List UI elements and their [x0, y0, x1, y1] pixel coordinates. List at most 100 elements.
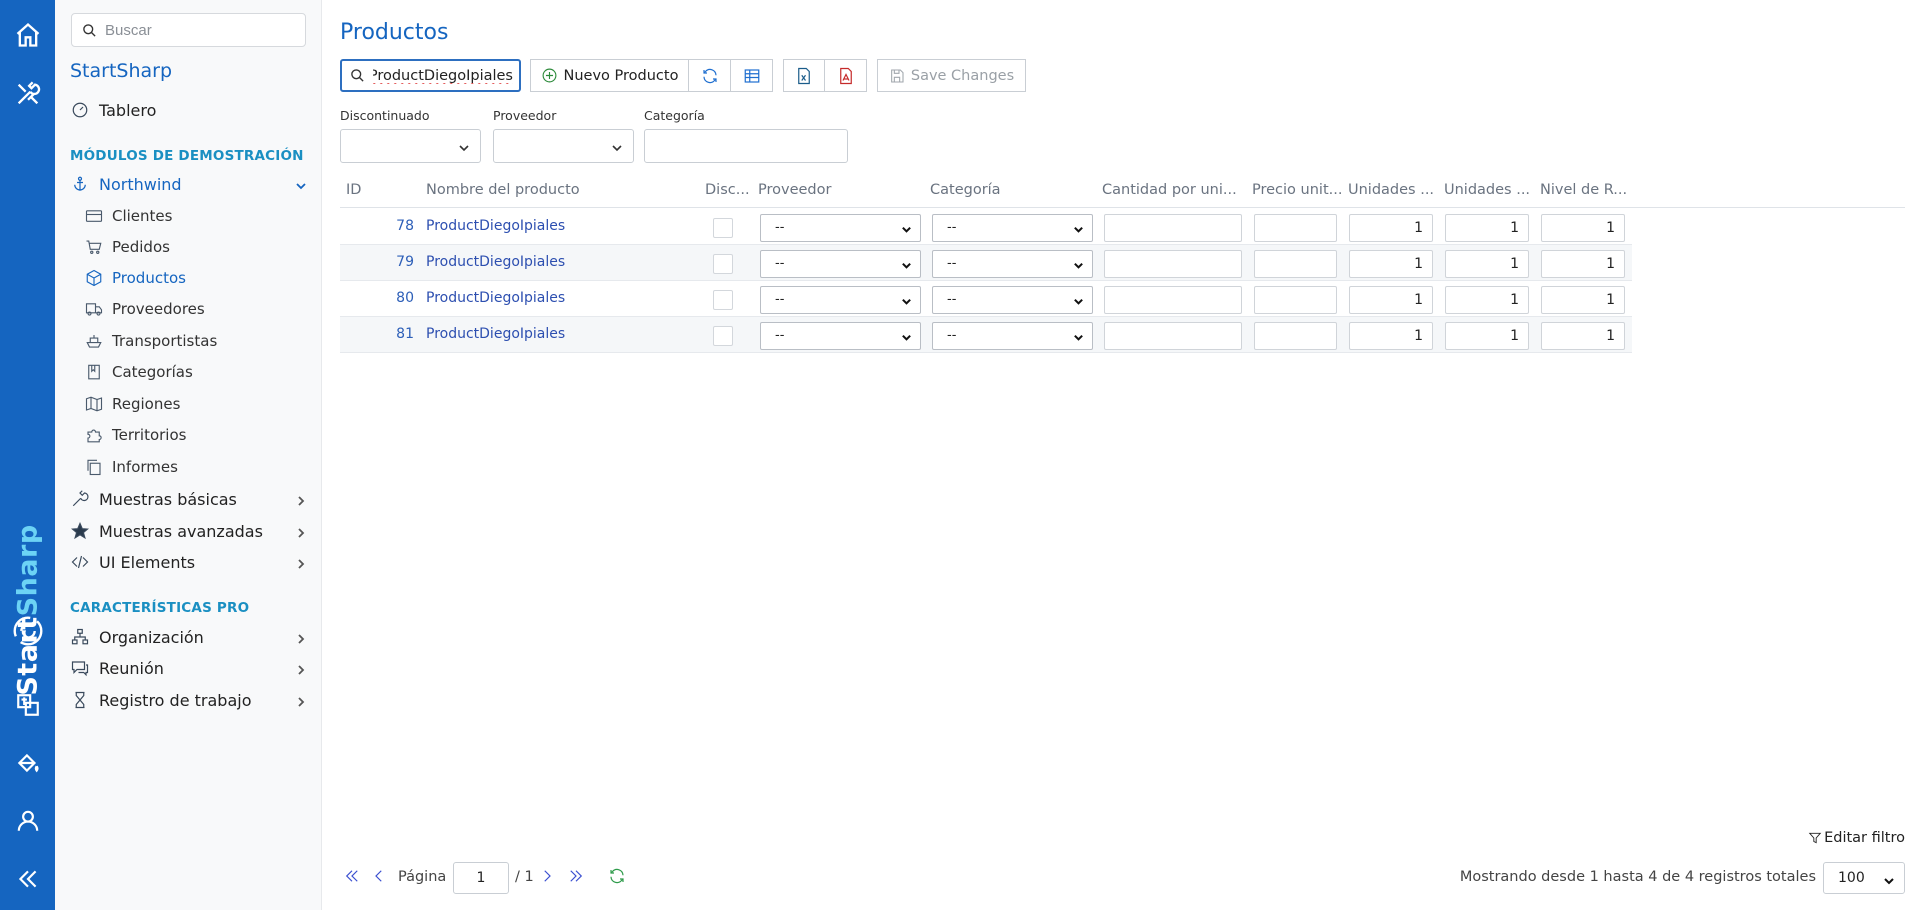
sidebar-item-regiones[interactable]: Regiones [85, 392, 180, 416]
filter-supplier-select[interactable] [493, 129, 634, 163]
sidebar-item-advanced-samples[interactable]: Muestras avanzadas [70, 518, 307, 544]
reorder-level-input[interactable]: 1 [1541, 322, 1625, 350]
units-on-order-input[interactable]: 1 [1445, 250, 1529, 278]
quantity-per-unit-input[interactable] [1104, 322, 1242, 350]
supplier-select[interactable]: -- [760, 250, 921, 278]
units-in-stock-input[interactable]: 1 [1349, 250, 1433, 278]
sidebar-item-northwind[interactable]: Northwind [70, 171, 307, 197]
cell-product-name-link[interactable]: ProductDiegoIpiales [426, 290, 565, 306]
column-header-supplier[interactable]: Proveedor [758, 182, 831, 198]
home-icon[interactable] [13, 20, 43, 50]
unit-price-input[interactable] [1254, 250, 1337, 278]
column-header-units-in-stock[interactable]: Unidades ... [1348, 182, 1434, 198]
discontinued-checkbox[interactable] [713, 254, 733, 274]
quantity-per-unit-input[interactable] [1104, 250, 1242, 278]
units-on-order-input[interactable]: 1 [1445, 286, 1529, 314]
reorder-level-input[interactable]: 1 [1541, 286, 1625, 314]
first-page-icon[interactable] [343, 867, 361, 889]
quantity-per-unit-input[interactable] [1104, 286, 1242, 314]
sidebar-item-territorios[interactable]: Territorios [85, 423, 186, 447]
paint-bucket-icon[interactable] [13, 748, 43, 778]
sidebar-search-input[interactable] [105, 21, 295, 39]
column-header-category[interactable]: Categoría [930, 182, 1001, 198]
filter-category-input[interactable] [644, 129, 848, 163]
category-select[interactable]: -- [932, 322, 1093, 350]
tools-icon[interactable] [13, 79, 43, 109]
quick-search-input[interactable]: ProductDiegoIpiales [340, 59, 521, 92]
edit-filter-link[interactable]: Editar filtro [1808, 830, 1905, 846]
page-number-input[interactable]: 1 [453, 862, 509, 894]
reorder-level-input[interactable]: 1 [1541, 214, 1625, 242]
cell-product-name-link[interactable]: ProductDiegoIpiales [426, 218, 565, 234]
sidebar-item-categorias[interactable]: Categorías [85, 360, 193, 384]
new-product-button[interactable]: Nuevo Producto [530, 59, 689, 92]
pdf-export-button[interactable] [825, 59, 867, 92]
units-in-stock-input[interactable]: 1 [1349, 214, 1433, 242]
column-header-name[interactable]: Nombre del producto [426, 182, 580, 198]
sidebar-item-dashboard[interactable]: Tablero [70, 97, 307, 123]
reload-page-icon[interactable] [608, 867, 626, 889]
collapse-icon[interactable] [13, 864, 43, 894]
unit-price-input[interactable] [1254, 214, 1337, 242]
column-header-reorder-level[interactable]: Nivel de R... [1540, 182, 1627, 198]
discontinued-checkbox[interactable] [713, 326, 733, 346]
sidebar-item-basic-samples[interactable]: Muestras básicas [70, 486, 307, 512]
sidebar-item-productos[interactable]: Productos [85, 266, 186, 290]
unit-price-input[interactable] [1254, 322, 1337, 350]
sidebar-item-label: Categorías [112, 363, 193, 381]
copy-icon [85, 458, 103, 476]
refresh-button[interactable] [689, 59, 731, 92]
user-icon[interactable] [13, 806, 43, 836]
sidebar-search[interactable] [71, 13, 306, 47]
category-select[interactable]: -- [932, 286, 1093, 314]
translate-icon[interactable] [13, 690, 43, 720]
column-header-quantity-per-unit[interactable]: Cantidad por uni... [1102, 182, 1237, 198]
sidebar-brand[interactable]: StartSharp [70, 60, 172, 82]
discontinued-checkbox[interactable] [713, 218, 733, 238]
sidebar-item-clientes[interactable]: Clientes [85, 204, 172, 228]
supplier-select[interactable]: -- [760, 322, 921, 350]
cell-product-name-link[interactable]: ProductDiegoIpiales [426, 254, 565, 270]
sidebar-item-informes[interactable]: Informes [85, 455, 178, 479]
units-on-order-input[interactable]: 1 [1445, 322, 1529, 350]
reorder-level-input[interactable]: 1 [1541, 250, 1625, 278]
sidebar-item-transportistas[interactable]: Transportistas [85, 329, 217, 353]
sidebar-item-proveedores[interactable]: Proveedores [85, 297, 205, 321]
category-select[interactable]: -- [932, 250, 1093, 278]
brand-vertical: StartSharp [0, 450, 55, 700]
column-header-discontinued[interactable]: Disc... [705, 182, 750, 198]
units-in-stock-input[interactable]: 1 [1349, 286, 1433, 314]
quantity-per-unit-input[interactable] [1104, 214, 1242, 242]
sidebar-item-ui-elements[interactable]: UI Elements [70, 549, 307, 575]
column-header-unit-price[interactable]: Precio unit... [1252, 182, 1342, 198]
units-on-order-input[interactable]: 1 [1445, 214, 1529, 242]
excel-export-button[interactable] [783, 59, 825, 92]
next-page-icon[interactable] [538, 867, 556, 889]
export-group [783, 59, 867, 92]
last-page-icon[interactable] [567, 867, 585, 889]
cell-product-name-link[interactable]: ProductDiegoIpiales [426, 326, 565, 342]
column-header-units-on-order[interactable]: Unidades ... [1444, 182, 1530, 198]
units-in-stock-input[interactable]: 1 [1349, 322, 1433, 350]
supplier-select[interactable]: -- [760, 214, 921, 242]
supplier-select[interactable]: -- [760, 286, 921, 314]
grid-header: ID Nombre del producto Disc... Proveedor… [340, 176, 1905, 208]
column-picker-button[interactable] [731, 59, 773, 92]
plus-circle-icon [542, 68, 556, 83]
filter-discontinued-select[interactable] [340, 129, 481, 163]
column-header-id[interactable]: ID [346, 182, 361, 198]
discontinued-checkbox[interactable] [713, 290, 733, 310]
sidebar-item-meeting[interactable]: Reunión [70, 655, 307, 681]
sidebar-item-organization[interactable]: Organización [70, 624, 307, 650]
search-icon [83, 23, 96, 37]
prev-page-icon[interactable] [370, 867, 388, 889]
puzzle-icon [85, 426, 103, 444]
save-changes-button[interactable]: Save Changes [877, 59, 1026, 92]
chevron-down-icon [612, 145, 622, 152]
sidebar-item-work-log[interactable]: Registro de trabajo [70, 687, 307, 713]
page-size-select[interactable]: 100 [1823, 862, 1905, 894]
category-select[interactable]: -- [932, 214, 1093, 242]
sidebar-item-label: Organización [99, 627, 204, 647]
sidebar-item-pedidos[interactable]: Pedidos [85, 235, 170, 259]
unit-price-input[interactable] [1254, 286, 1337, 314]
